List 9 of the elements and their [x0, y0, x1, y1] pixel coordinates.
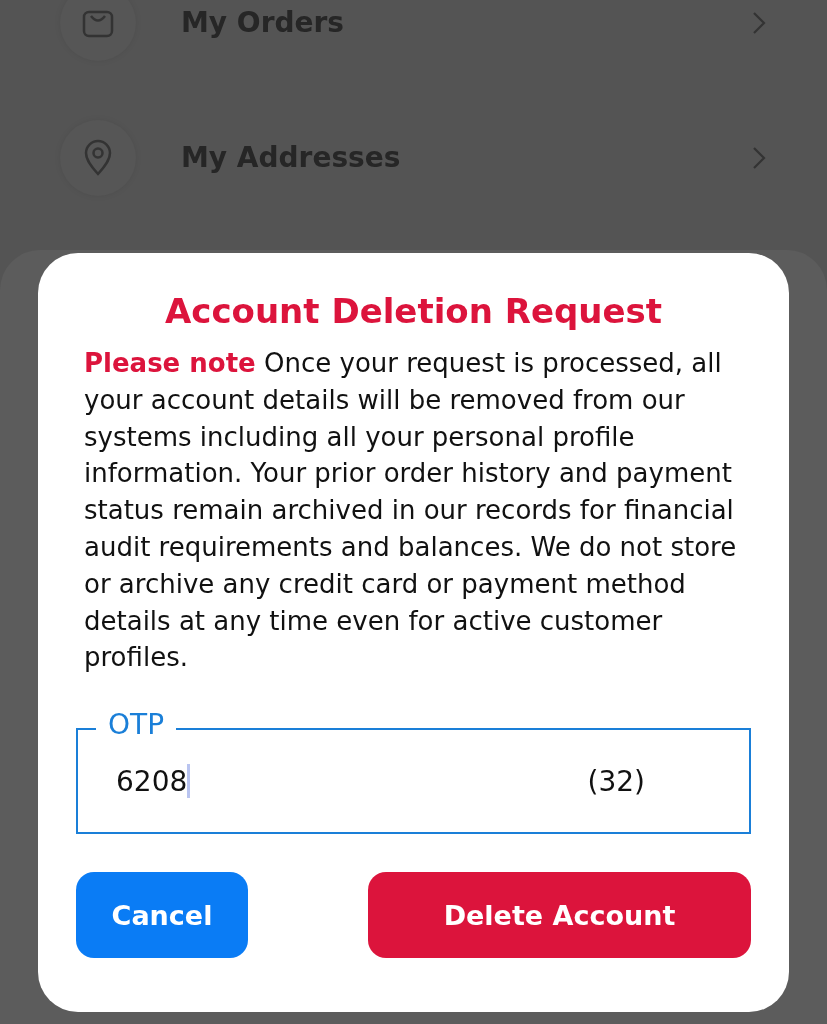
delete-account-button[interactable]: Delete Account: [368, 872, 751, 959]
text-cursor: [187, 764, 191, 799]
countdown-timer: (32): [587, 764, 645, 798]
dialog-message: Please note Once your request is processed, all your account details will be removed from our systems including all your personal profile information. Your prior order history and payment status remain archived in our records for financial audit requirements and balances. We do not store or archive any credit card or payment method details at any time even for active customer profiles.: [84, 347, 738, 675]
dialog-title: Account Deletion Request: [163, 291, 664, 331]
cancel-button[interactable]: Cancel: [76, 872, 248, 959]
chevron-right-icon: [751, 10, 767, 35]
chevron-right-icon: [751, 145, 767, 170]
otp-value: 6208: [116, 764, 188, 798]
